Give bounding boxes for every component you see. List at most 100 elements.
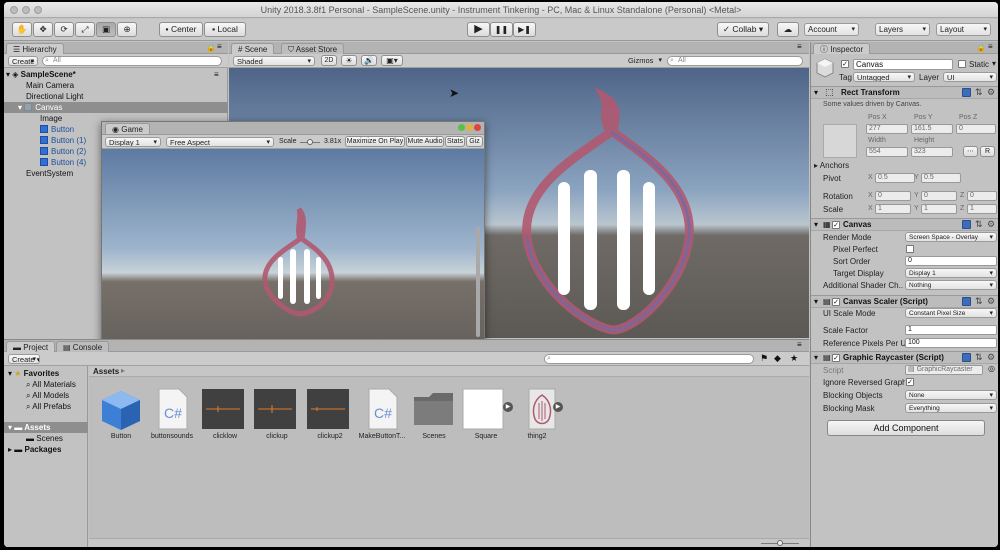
raycaster-enabled-checkbox[interactable]: ✓ [832,354,840,362]
asset-tile-clickup2[interactable]: clickup2 [305,387,355,440]
sort-order-field[interactable]: 0 [905,256,997,266]
panel-menu-icon[interactable]: ≡ [797,340,802,349]
close-window-icon[interactable] [10,6,18,14]
tab-project[interactable]: ▬ Project [6,341,56,352]
help-book-icon[interactable] [962,220,971,229]
graphic-raycaster-header[interactable]: ▾ ▤ ✓ Graphic Raycaster (Script) ⇅ ⚙ [811,351,998,364]
help-book-icon[interactable] [962,297,971,306]
hierarchy-item-button-1[interactable]: Button (1) [40,135,86,146]
2d-toggle-button[interactable]: 2D [321,55,337,66]
filter-label-icon[interactable]: ◆ [774,353,781,364]
mute-audio-button[interactable]: Mute Audio [406,136,444,147]
tag-dropdown[interactable]: Untagged [853,72,915,82]
canvas-enabled-checkbox[interactable]: ✓ [832,221,840,229]
asset-tile-button[interactable]: Button [96,387,146,440]
scale-x-field[interactable]: 1 [875,204,911,214]
gear-icon[interactable]: ⚙ [987,87,995,98]
pivot-local-button[interactable]: ▪ Local [204,22,246,37]
minimize-game-window-icon[interactable] [466,124,473,131]
favorite-item[interactable]: ⌕ All Prefabs [26,401,71,412]
scene-root-row[interactable]: ▾ ◈ SampleScene* ≡ [6,69,226,80]
hierarchy-item-canvas[interactable]: ▾ Canvas [4,102,228,113]
minimize-window-icon[interactable] [22,6,30,14]
rotate-tool-button[interactable]: ⟳ [54,22,74,37]
scaler-enabled-checkbox[interactable]: ✓ [832,298,840,306]
static-dropdown-icon[interactable]: ▾ [992,59,996,68]
hierarchy-search-input[interactable]: ⌕ All [42,56,222,66]
transform-tool-button[interactable]: ⊕ [117,22,137,37]
zoom-game-window-icon[interactable] [458,124,465,131]
rot-z-field[interactable]: 0 [967,191,997,201]
anchors-row[interactable]: ▸ Anchors [814,161,849,170]
filter-type-icon[interactable]: ⚑ [760,353,768,364]
hierarchy-item-main-camera[interactable]: Main Camera [26,80,74,91]
gizmos-dropdown[interactable]: Gizmos [625,56,665,66]
reference-pixels-field[interactable]: 100 [905,338,997,348]
scene-search-input[interactable]: ⌕ All [667,56,803,66]
asset-tile-makebutton[interactable]: C# MakeButtonT... [357,387,407,440]
expand-sprite-icon[interactable]: ▶ [553,402,563,412]
hierarchy-item-button-4[interactable]: Button (4) [40,157,86,168]
posx-field[interactable]: 277 [866,124,908,134]
asset-tile-clicklow[interactable]: clicklow [200,387,250,440]
pivot-x-field[interactable]: 0.5 [875,173,915,183]
canvas-component-header[interactable]: ▾ ▦ ✓ Canvas ⇅ ⚙ [811,218,998,231]
gear-icon[interactable]: ⚙ [987,296,995,307]
static-checkbox[interactable] [958,60,966,68]
play-button[interactable]: ▶ [467,22,490,37]
step-button[interactable]: ▶❚ [513,22,536,37]
display-dropdown[interactable]: Display 1 [105,137,161,147]
hierarchy-item-directional-light[interactable]: Directional Light [26,91,83,102]
scene-menu-icon[interactable]: ≡ [214,69,219,80]
gear-icon[interactable]: ⚙ [987,352,995,363]
ignore-reversed-checkbox[interactable]: ✓ [906,378,914,386]
gear-icon[interactable]: ⚙ [987,219,995,230]
breadcrumb-assets[interactable]: Assets [93,367,119,376]
scale-slider-thumb[interactable] [307,139,313,145]
asset-tile-buttonsounds[interactable]: C# buttonsounds [147,387,197,440]
scenes-tree-row[interactable]: ▬ Scenes [26,433,63,444]
rot-y-field[interactable]: 0 [921,191,957,201]
pixel-perfect-checkbox[interactable] [906,245,914,253]
expand-sprite-icon[interactable]: ▶ [503,402,513,412]
object-name-input[interactable]: Canvas [853,59,953,70]
hand-tool-button[interactable]: ✋ [12,22,32,37]
ui-scale-mode-dropdown[interactable]: Constant Pixel Size [905,308,997,318]
panel-menu-icon[interactable]: ≡ [217,42,222,51]
hierarchy-item-eventsystem[interactable]: EventSystem [26,168,73,179]
panel-menu-icon[interactable]: ≡ [797,42,802,51]
posz-field[interactable]: 0 [956,124,996,134]
tab-hierarchy[interactable]: ☰ Hierarchy [6,43,64,54]
tab-asset-store[interactable]: ⛉ Asset Store [281,43,345,54]
scale-tool-button[interactable]: ⤢ [75,22,95,37]
lock-icon[interactable]: 🔒 [976,43,986,52]
close-game-window-icon[interactable] [474,124,481,131]
asset-tile-scenes[interactable]: Scenes [409,387,459,440]
effects-dropdown[interactable]: ▣▾ [381,55,403,66]
preset-icon[interactable]: ⇅ [975,219,983,230]
layer-dropdown[interactable]: UI [943,72,997,82]
height-field[interactable]: 323 [911,147,953,157]
tab-scene[interactable]: # Scene [231,43,275,54]
maximize-on-play-button[interactable]: Maximize On Play [345,136,405,147]
width-field[interactable]: 554 [866,147,908,157]
asset-tile-square[interactable]: ▶ Square [461,387,513,440]
canvas-scaler-header[interactable]: ▾ ▤ ✓ Canvas Scaler (Script) ⇅ ⚙ [811,295,998,308]
pause-button[interactable]: ❚❚ [490,22,513,37]
favorite-star-icon[interactable]: ★ [790,353,798,364]
stats-button[interactable]: Stats [445,136,465,147]
render-mode-dropdown[interactable]: Screen Space - Overlay [905,232,997,242]
cloud-button[interactable]: ☁ [777,22,799,37]
help-book-icon[interactable] [962,88,971,97]
zoom-window-icon[interactable] [34,6,42,14]
layers-dropdown[interactable]: Layers [875,23,930,36]
shading-mode-dropdown[interactable]: Shaded [233,56,315,66]
asset-tile-clickup[interactable]: clickup [252,387,302,440]
rect-tool-button[interactable]: ▣ [96,22,116,37]
blueprint-mode-button[interactable]: ⋯ [963,146,978,157]
preset-icon[interactable]: ⇅ [975,352,983,363]
scale-z-field[interactable]: 1 [967,204,997,214]
tab-console[interactable]: ▤ Console [56,341,110,352]
icon-size-slider-thumb[interactable] [777,540,783,546]
preset-icon[interactable]: ⇅ [975,296,983,307]
